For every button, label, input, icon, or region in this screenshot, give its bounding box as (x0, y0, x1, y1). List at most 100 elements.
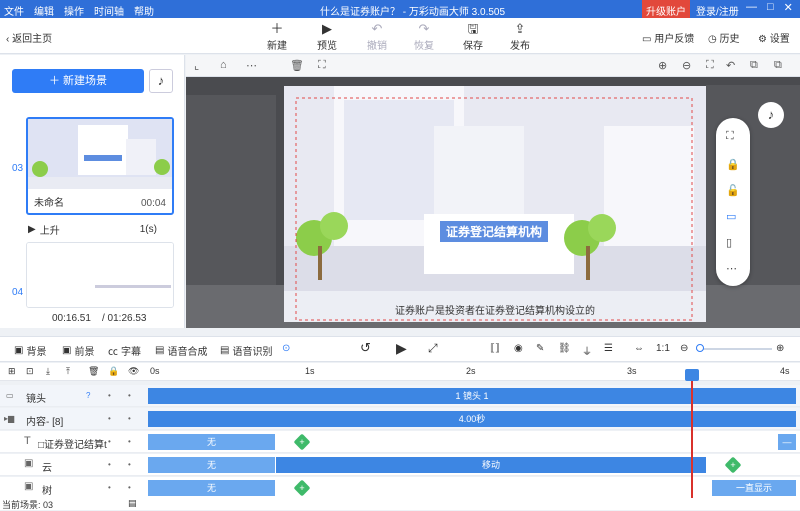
track-cloud[interactable]: ▣ 云 • • 无 移动 + (0, 454, 800, 476)
zoom-out-icon[interactable]: ⊖ (682, 59, 691, 72)
sliders-icon[interactable]: ☰ (604, 343, 613, 354)
publish-button[interactable]: ⇪ 发布 (500, 21, 540, 52)
enter-effect-bar[interactable]: 无 (148, 434, 275, 450)
more-icon[interactable]: ⋯ (726, 262, 737, 275)
enter-effect-bar[interactable]: 无 (148, 480, 275, 496)
subtitle-caption[interactable]: 证券账户是投资者在证券登记结算机构设立的 (284, 302, 706, 317)
unlock-icon[interactable]: 🔓 (726, 184, 740, 197)
menu-edit[interactable]: 编辑 (34, 3, 54, 18)
scene-card[interactable] (26, 242, 174, 308)
minimize-button[interactable]: — (746, 1, 757, 14)
history-button[interactable]: ◷ 历史 (708, 30, 740, 45)
split-icon[interactable]: ⇔ (634, 343, 644, 354)
upgrade-button[interactable]: 升级账户 (642, 0, 690, 18)
menu-operate[interactable]: 操作 (64, 3, 84, 18)
tts-button[interactable]: ▤ 语音合成 (155, 343, 207, 358)
lock-dot[interactable]: • (108, 460, 111, 469)
help-icon[interactable]: ? (86, 391, 90, 400)
fit-icon[interactable]: ⛶ (706, 59, 714, 72)
zoom-slider-handle[interactable] (696, 343, 704, 352)
new-button[interactable]: ＋ 新建 (257, 21, 297, 52)
menu-timeline[interactable]: 时间轴 (94, 3, 124, 18)
scene-transition[interactable]: ▶ 上升 1(s) (28, 222, 157, 237)
menu-file[interactable]: 文件 (4, 3, 24, 18)
crop-icon[interactable]: ⛶ (318, 59, 326, 72)
phone-icon[interactable]: ▯ (726, 236, 732, 249)
menu-help[interactable]: 帮助 (134, 3, 154, 18)
playhead-handle[interactable] (685, 369, 699, 381)
play-icon[interactable]: ▶ (396, 340, 407, 357)
paste-icon[interactable]: ⧉ (774, 59, 782, 72)
preview-button[interactable]: ▶ 预览 (307, 21, 347, 52)
move-up-icon[interactable]: ⤒ (66, 366, 70, 377)
visibility-dot[interactable]: • (128, 483, 131, 492)
redo-button[interactable]: ↷ 恢复 (404, 21, 444, 52)
visibility-dot[interactable]: • (128, 414, 131, 423)
eye-icon[interactable]: 👁 (128, 366, 139, 377)
camera-icon[interactable]: ◉ (514, 343, 523, 354)
copy-icon[interactable]: ⧉ (750, 59, 758, 72)
lock-dot[interactable]: • (108, 437, 111, 446)
login-link[interactable]: 登录/注册 (696, 3, 739, 18)
ratio-icon[interactable]: 1:1 (656, 343, 670, 354)
visibility-dot[interactable]: • (128, 391, 131, 400)
align-icon[interactable]: ⌞ (194, 59, 199, 72)
lock-icon[interactable]: 🔒 (726, 158, 740, 171)
track-text[interactable]: T □证券登记结算t • • 无 + — (0, 431, 800, 453)
maximize-button[interactable]: □ (767, 1, 774, 14)
visibility-dot[interactable]: • (128, 437, 131, 446)
lock-dot[interactable]: • (108, 414, 111, 423)
zoom-in-icon[interactable]: ⊕ (776, 343, 784, 354)
lock-dot[interactable]: • (108, 483, 111, 492)
exit-effect-bar[interactable]: 一直显示 (712, 480, 796, 496)
visibility-dot[interactable]: • (128, 460, 131, 469)
folder-add-icon[interactable]: ⊡ (26, 366, 34, 377)
back-home-button[interactable]: ‹ 返回主页 (6, 30, 52, 45)
add-effect-icon[interactable]: + (293, 479, 311, 497)
undo-small-icon[interactable]: ↶ (726, 59, 735, 72)
lock-dot[interactable]: • (108, 391, 111, 400)
zoom-out-icon[interactable]: ⊖ (680, 343, 688, 354)
move-down-icon[interactable]: ⤓ (46, 366, 50, 377)
asr-button[interactable]: ▤ 语音识别 (220, 343, 272, 358)
music-note-icon[interactable]: ♪ (758, 102, 784, 128)
subtitle-button[interactable]: ㏄字幕 (108, 343, 141, 358)
fullscreen-icon[interactable]: ⤢ (428, 341, 438, 356)
save-button[interactable]: 🖫 保存 (453, 21, 493, 52)
add-effect-icon[interactable]: + (724, 456, 742, 474)
settings-button[interactable]: ⚙ 设置 (758, 30, 790, 45)
monitor-icon[interactable]: ▭ (726, 210, 736, 223)
background-button[interactable]: ▣ 背景 (14, 343, 46, 358)
exit-effect-bar[interactable]: — (778, 434, 796, 450)
institution-sign[interactable]: 证券登记结算机构 (440, 221, 549, 242)
delete-icon[interactable]: 🗑 (290, 59, 304, 72)
content-duration-bar[interactable]: 4.00秒 (148, 411, 796, 427)
link-icon[interactable]: ⛓ (558, 343, 571, 354)
foreground-button[interactable]: ▣ 前景 (62, 343, 94, 358)
filter-icon[interactable]: ⏚ (582, 343, 592, 358)
add-effect-icon[interactable]: + (293, 433, 311, 451)
lock-icon[interactable]: 🔒 (108, 366, 119, 377)
notes-icon[interactable]: ▤ (128, 498, 137, 509)
zoom-slider[interactable] (696, 343, 772, 352)
close-button[interactable]: ✕ (784, 1, 793, 14)
screenshot-icon[interactable]: ⛶ (726, 130, 734, 143)
track-camera[interactable]: ▭ 镜头 ? • • 1 镜头 1 (0, 385, 800, 407)
track-tree[interactable]: ▣ 树 • • 无 + 一直显示 (0, 477, 800, 499)
edit-icon[interactable]: ✎ (536, 343, 544, 354)
undo-button[interactable]: ↶ 撤销 (357, 21, 397, 52)
feedback-button[interactable]: ▭ 用户反馈 (642, 30, 694, 45)
stage-canvas[interactable]: 证券账户是投资者在证券登记结算机构设立的 (284, 86, 706, 322)
track-content-group[interactable]: ▸▆ 内容- [8] • • 4.00秒 (0, 408, 800, 430)
new-scene-button[interactable]: ＋ 新建场景 (12, 69, 144, 93)
move-effect-bar[interactable]: 移动 (276, 457, 706, 473)
rewind-icon[interactable]: ↺ (360, 340, 371, 356)
layer-add-icon[interactable]: ⊞ (8, 366, 16, 377)
more-icon[interactable]: ⋯ (246, 59, 257, 72)
music-button[interactable]: ♪ (149, 69, 173, 93)
scene-card[interactable]: 未命名 00:04 (26, 117, 174, 215)
layer-up-icon[interactable]: ⌂ (220, 59, 227, 71)
zoom-in-icon[interactable]: ⊕ (658, 59, 667, 72)
delete-icon[interactable]: 🗑 (88, 366, 99, 377)
camera-tool-icon[interactable]: ⟦⟧ (490, 343, 500, 354)
